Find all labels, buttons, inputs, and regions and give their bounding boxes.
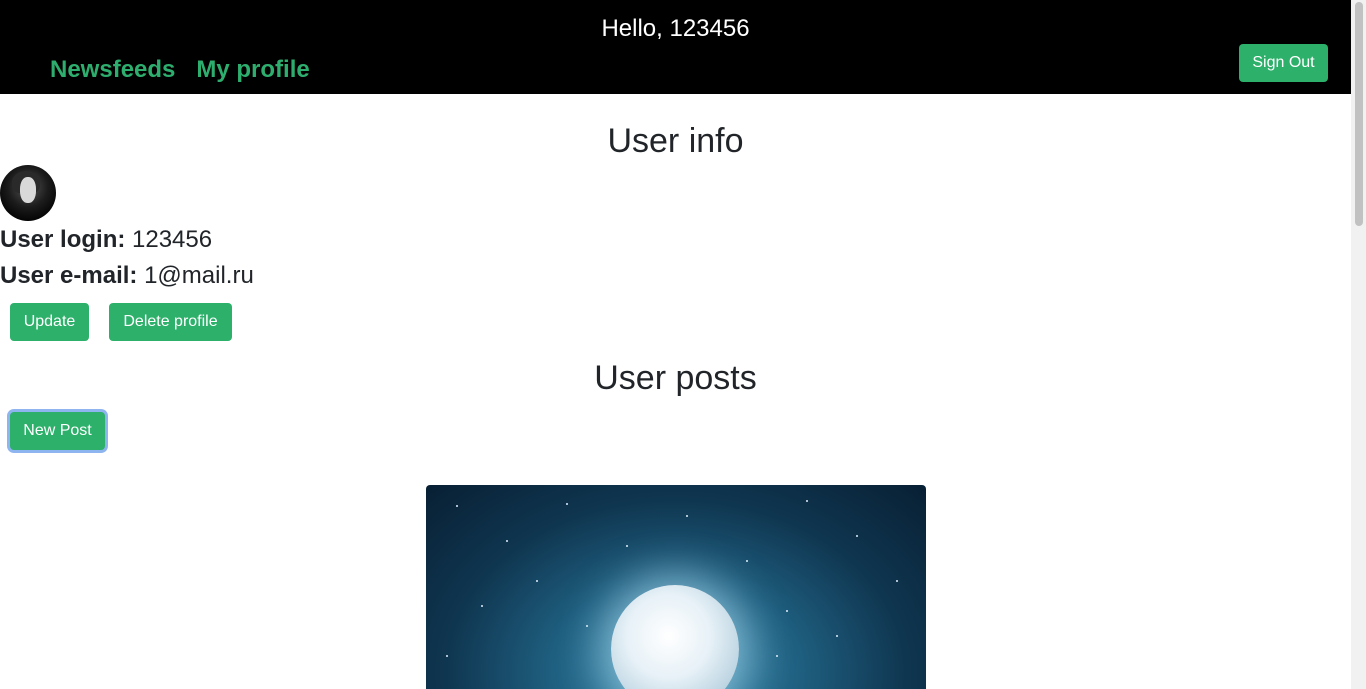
update-button[interactable]: Update (10, 303, 89, 341)
user-login-line: User login: 123456 (0, 225, 212, 255)
header-bar: Hello, 123456 Newsfeeds My profile Sign … (0, 0, 1351, 94)
delete-profile-button[interactable]: Delete profile (109, 303, 232, 341)
user-login-value: 123456 (132, 226, 213, 253)
user-posts-title: User posts (594, 359, 757, 397)
avatar-face (20, 177, 36, 203)
user-email-label: User e-mail: (0, 262, 138, 289)
nav-link-newsfeeds[interactable]: Newsfeeds (50, 55, 175, 85)
page-scrollbar[interactable] (1351, 0, 1366, 689)
user-info-title: User info (607, 122, 744, 160)
moon-shape (611, 585, 739, 689)
user-email-line: User e-mail: 1@mail.ru (0, 261, 254, 291)
greeting-text: Hello, 123456 (601, 15, 750, 42)
nav-link-my-profile[interactable]: My profile (196, 55, 309, 85)
sign-out-button[interactable]: Sign Out (1239, 44, 1328, 82)
user-avatar-icon (0, 165, 56, 221)
scrollbar-thumb[interactable] (1355, 2, 1363, 226)
user-email-value: 1@mail.ru (144, 262, 254, 289)
new-post-button[interactable]: New Post (10, 412, 105, 450)
user-login-label: User login: (0, 226, 126, 253)
profile-page: Hello, 123456 Newsfeeds My profile Sign … (0, 0, 1351, 689)
main-nav: Newsfeeds My profile (50, 55, 310, 85)
post-image (426, 485, 926, 689)
